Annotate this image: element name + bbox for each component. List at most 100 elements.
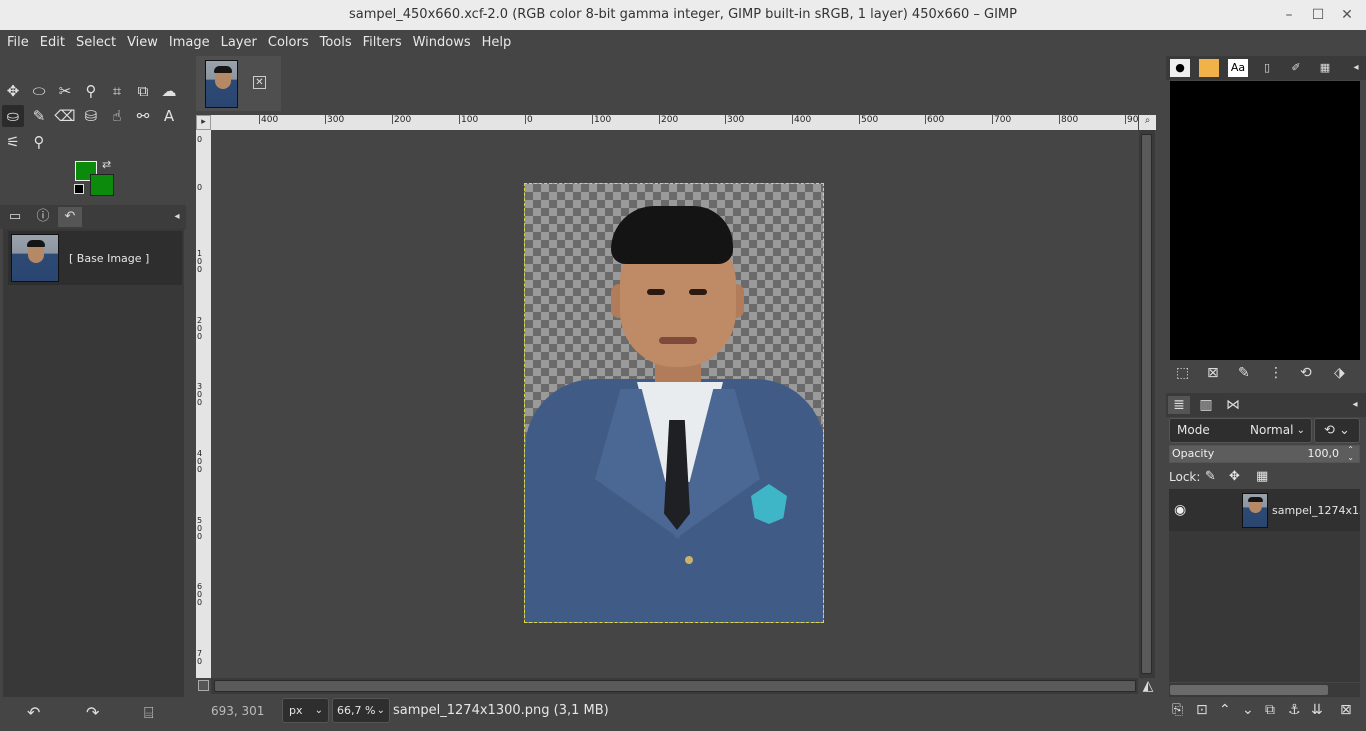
move-tool-icon[interactable]: ✥ — [2, 80, 24, 102]
menu-image[interactable]: Image — [162, 30, 214, 55]
device-status-tab-icon[interactable]: ⓘ — [31, 207, 55, 227]
unified-transform-icon[interactable]: ⧉ — [132, 80, 154, 102]
opacity-slider[interactable]: Opacity 100,0 ⌃ ⌄ — [1169, 445, 1360, 463]
ruler-label: |200 — [391, 115, 412, 125]
zoom-tool-icon[interactable]: ⚲ — [28, 131, 50, 153]
layers-horizontal-scrollbar[interactable] — [1169, 683, 1360, 697]
edit-brush-icon[interactable]: ⬚ — [1176, 365, 1189, 381]
minimize-button[interactable]: – — [1279, 6, 1299, 24]
fonts-tab-icon[interactable]: Aa — [1228, 59, 1248, 77]
zoom-image-when-window-resized-icon[interactable]: ⌕ — [1139, 115, 1156, 130]
horizontal-scrollbar[interactable] — [211, 678, 1138, 694]
menu-filters[interactable]: Filters — [356, 30, 406, 55]
text-tool-icon[interactable]: A — [158, 105, 180, 127]
anchor-layer-icon[interactable]: ⚓ — [1288, 702, 1301, 718]
composite-mode-button[interactable]: ⟲ ⌄ — [1314, 418, 1360, 443]
images-tab-icon[interactable]: ▯ — [1257, 59, 1277, 77]
menu-windows[interactable]: Windows — [406, 30, 475, 55]
duplicate-layer-icon[interactable]: ⧉ — [1265, 702, 1275, 718]
channels-tab-icon[interactable]: ▥ — [1195, 396, 1217, 414]
menu-file[interactable]: File — [0, 30, 33, 55]
swap-colors-icon[interactable]: ⇄ — [102, 158, 111, 171]
lock-pixels-icon[interactable]: ✎ — [1205, 467, 1216, 487]
tool-options-tab-icon[interactable]: ▭ — [3, 207, 27, 227]
brushes-tab-icon[interactable]: ● — [1170, 59, 1190, 77]
clear-history-icon[interactable]: ⌸ — [144, 703, 154, 723]
delete-brush-icon[interactable]: ⊠ — [1207, 365, 1219, 381]
brush-preview-area[interactable] — [1170, 81, 1360, 360]
dock-menu-icon[interactable]: ◂ — [165, 207, 189, 227]
layers-tab-icon[interactable]: ≣ — [1168, 396, 1190, 414]
fuzzy-select-icon[interactable]: ⚲ — [80, 80, 102, 102]
scissors-select-icon[interactable]: ✂ — [54, 80, 76, 102]
patterns-tab-icon[interactable]: ▦ — [1315, 59, 1335, 77]
eraser-icon[interactable]: ⌫ — [54, 105, 76, 127]
new-brush-icon[interactable]: ⋮ — [1269, 365, 1283, 381]
warp-transform-icon[interactable]: ☁ — [158, 80, 180, 102]
menu-tools[interactable]: Tools — [313, 30, 356, 55]
ruler-label: |100 — [591, 115, 612, 125]
opacity-label: Opacity — [1172, 447, 1215, 460]
undo-history-tab-icon[interactable]: ↶ — [58, 207, 82, 227]
maximize-button[interactable]: ☐ — [1308, 6, 1328, 24]
raise-layer-icon[interactable]: ⌃ — [1219, 702, 1231, 718]
lock-position-icon[interactable]: ✥ — [1229, 467, 1240, 487]
lock-alpha-icon[interactable]: ▦ — [1256, 467, 1268, 487]
background-color-swatch[interactable] — [90, 174, 114, 196]
new-layer-icon[interactable]: ⎘ — [1172, 702, 1183, 718]
ruler-label: 1 0 0 — [197, 249, 203, 274]
new-layer-group-icon[interactable]: ⊡ — [1196, 702, 1208, 718]
mode-value: Normal — [1250, 423, 1294, 437]
navigate-image-icon[interactable]: ◭ — [1140, 678, 1156, 694]
ruler-corner-menu[interactable]: ▸ — [196, 115, 211, 130]
ruler-label: |300 — [724, 115, 745, 125]
menu-view[interactable]: View — [120, 30, 162, 55]
color-picker-icon[interactable]: ⚟ — [2, 131, 24, 153]
close-button[interactable]: ✕ — [1337, 6, 1357, 24]
image-tab-thumbnail — [205, 60, 238, 108]
layer-row[interactable]: ◉ sampel_1274x1300 — [1169, 489, 1360, 531]
visibility-eye-icon[interactable]: ◉ — [1174, 502, 1186, 518]
spin-arrows-icon[interactable]: ⌃ ⌄ — [1347, 446, 1354, 462]
lower-layer-icon[interactable]: ⌄ — [1242, 702, 1254, 718]
history-item[interactable]: [ Base Image ] — [8, 231, 182, 285]
bucket-fill-icon[interactable]: ⛀ — [2, 105, 24, 127]
duplicate-brush-icon[interactable]: ✎ — [1238, 365, 1250, 381]
reset-colors-icon[interactable] — [74, 184, 84, 194]
smudge-tool-icon[interactable]: ☝ — [106, 105, 128, 127]
brush-settings-icon[interactable]: ⬗ — [1334, 365, 1345, 381]
menu-help[interactable]: Help — [475, 30, 516, 55]
menu-layer[interactable]: Layer — [214, 30, 261, 55]
image-layer-photo[interactable] — [524, 183, 824, 623]
dock-menu-icon[interactable]: ◂ — [1344, 396, 1366, 414]
history-thumbnail — [11, 234, 59, 282]
vertical-scrollbar[interactable] — [1139, 130, 1155, 678]
gradients-tab-icon[interactable]: ▮ — [1199, 59, 1219, 77]
close-tab-icon[interactable]: ✕ — [253, 76, 266, 89]
unit-dropdown[interactable]: px ⌄ — [282, 698, 329, 723]
zoom-dropdown[interactable]: 66,7 % ⌄ — [332, 698, 390, 723]
paths-tool-icon[interactable]: ⚯ — [132, 105, 154, 127]
photo-eye-right — [689, 289, 707, 295]
chevron-down-icon: ⌄ — [1296, 425, 1305, 436]
redo-icon[interactable]: ↷ — [86, 703, 99, 722]
merge-layer-icon[interactable]: ⇊ — [1311, 702, 1323, 718]
clone-tool-icon[interactable]: ⛁ — [80, 105, 102, 127]
dock-menu-icon[interactable]: ◂ — [1346, 59, 1366, 77]
ellipse-select-icon[interactable]: ⬭ — [28, 80, 50, 102]
quick-mask-toggle-icon[interactable] — [196, 678, 211, 694]
paint-dynamics-tab-icon[interactable]: ✐ — [1286, 59, 1306, 77]
paths-tab-icon[interactable]: ⋈ — [1222, 396, 1244, 414]
undo-icon[interactable]: ↶ — [27, 703, 40, 722]
crop-tool-icon[interactable]: ⌗ — [106, 80, 128, 102]
menu-edit[interactable]: Edit — [33, 30, 69, 55]
menu-colors[interactable]: Colors — [261, 30, 313, 55]
refresh-brushes-icon[interactable]: ⟲ — [1300, 365, 1312, 381]
layer-mode-dropdown[interactable]: Mode Normal ⌄ — [1169, 418, 1312, 443]
menu-select[interactable]: Select — [69, 30, 120, 55]
unit-value: px — [289, 704, 303, 717]
ruler-label: 6 0 0 — [197, 582, 203, 607]
delete-layer-icon[interactable]: ⊠ — [1340, 702, 1352, 718]
image-tab[interactable]: ✕ — [196, 56, 281, 111]
paintbrush-icon[interactable]: ✎ — [28, 105, 50, 127]
